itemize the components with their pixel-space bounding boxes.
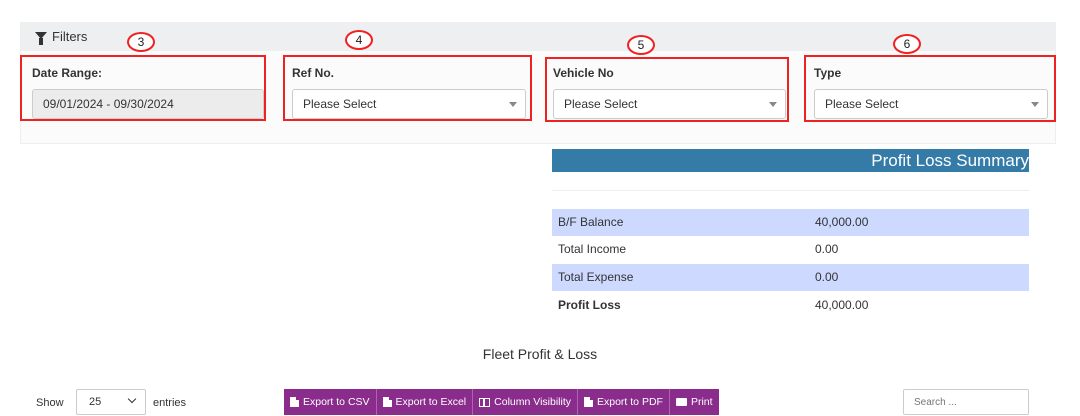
page-length-value: 25 [89, 396, 102, 408]
annotation-marker-4: 4 [345, 30, 373, 50]
annotation-marker-5: 5 [627, 35, 655, 55]
pdf-file-icon [584, 397, 593, 407]
summary-row-total-income: Total Income 0.00 [552, 236, 1029, 263]
chevron-down-icon [127, 394, 137, 404]
print-icon [675, 398, 687, 406]
annotation-marker-3: 3 [127, 32, 155, 52]
export-csv-button[interactable]: Export to CSV [284, 389, 377, 415]
filters-title[interactable]: Filters [35, 29, 88, 45]
summary-row-profit-loss: Profit Loss 40,000.00 [552, 292, 1029, 319]
search-input[interactable] [903, 389, 1029, 415]
summary-row-value: 0.00 [815, 270, 839, 284]
export-pdf-button[interactable]: Export to PDF [578, 389, 670, 415]
entries-label: entries [153, 397, 187, 409]
column-visibility-button[interactable]: Column Visibility [473, 389, 578, 415]
export-csv-label: Export to CSV [303, 396, 370, 408]
annotation-box-6 [804, 55, 1056, 122]
summary-row-value: 40,000.00 [815, 298, 869, 312]
export-excel-label: Export to Excel [395, 396, 467, 408]
print-button[interactable]: Print [669, 389, 719, 415]
export-pdf-label: Export to PDF [597, 396, 663, 408]
summary-row-label: B/F Balance [558, 215, 624, 229]
annotation-box-4 [283, 55, 532, 121]
summary-row-bf-balance: B/F Balance 40,000.00 [552, 209, 1029, 236]
report-title: Fleet Profit & Loss [482, 346, 598, 362]
summary-row-label: Total Expense [558, 270, 634, 284]
annotation-box-3 [20, 55, 266, 121]
print-label: Print [690, 396, 713, 408]
export-button-group: Export to CSV Export to Excel Column Vis… [284, 389, 719, 415]
annotation-box-5 [545, 57, 789, 122]
summary-row-total-expense: Total Expense 0.00 [552, 264, 1029, 291]
excel-file-icon [382, 397, 392, 407]
divider [552, 190, 1029, 191]
column-visibility-label: Column Visibility [494, 396, 571, 408]
summary-row-label: Profit Loss [558, 298, 621, 312]
filter-icon [35, 32, 47, 45]
show-label: Show [36, 397, 64, 409]
export-excel-button[interactable]: Export to Excel [376, 389, 474, 415]
annotation-marker-6: 6 [893, 34, 921, 54]
summary-row-value: 0.00 [815, 242, 839, 256]
summary-row-label: Total Income [558, 242, 627, 256]
columns-icon [479, 397, 491, 407]
summary-row-value: 40,000.00 [815, 215, 869, 229]
page-length-select[interactable]: 25 [76, 389, 146, 415]
filters-title-label: Filters [52, 29, 88, 44]
file-icon [290, 397, 299, 407]
summary-title-text: Profit Loss Summary [871, 151, 1029, 170]
summary-title: Profit Loss Summary [552, 149, 1029, 172]
